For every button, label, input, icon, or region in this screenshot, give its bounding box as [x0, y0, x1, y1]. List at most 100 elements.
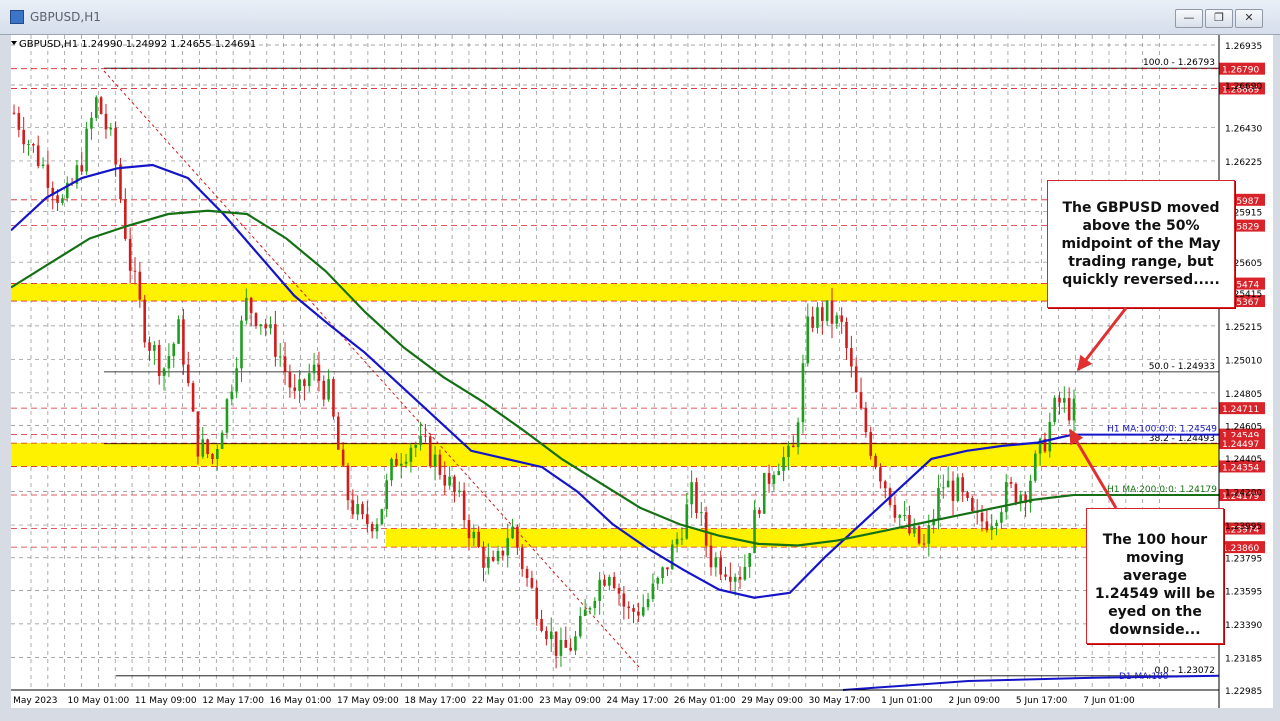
candle-body — [424, 435, 427, 437]
candle-body — [119, 164, 122, 200]
candle-body — [980, 512, 984, 522]
candle-body — [854, 366, 858, 393]
candle-body — [225, 399, 229, 433]
candle-body — [240, 320, 243, 369]
candle-body — [259, 324, 263, 327]
candle-body — [453, 476, 456, 493]
candle-body — [182, 319, 185, 365]
restore-icon: ❐ — [1214, 11, 1224, 24]
candle-body — [41, 164, 45, 167]
price-tag-label: 1.26790 — [1222, 66, 1259, 76]
candle-body — [850, 348, 853, 367]
x-tick-label: 8 May 2023 — [11, 696, 57, 706]
candle-body — [90, 117, 93, 129]
x-tick-label: 12 May 17:00 — [202, 696, 264, 706]
candle-body — [1063, 398, 1066, 403]
candle-body — [816, 307, 819, 328]
candle-body — [840, 315, 843, 322]
time-axis: 8 May 2023 10 May 01:00 11 May 09:00 12 May… — [5, 689, 1219, 706]
candle-body — [303, 379, 306, 387]
restore-button[interactable]: ❐ — [1205, 9, 1233, 28]
candle-body — [719, 557, 722, 575]
candle-body — [898, 515, 902, 518]
candle-body — [569, 647, 572, 651]
candle-body — [366, 514, 369, 524]
d1-ma-label: D1 MA:100 — [1119, 672, 1169, 682]
candle-body — [264, 324, 267, 329]
window-titlebar[interactable]: GBPUSD,H1 — ❐ ✕ — [0, 0, 1280, 35]
y-tick-label: 1.24200 — [1225, 489, 1262, 499]
candle-body — [990, 526, 994, 531]
candle-body — [656, 577, 660, 584]
price-tag-label: 1.24711 — [1222, 405, 1259, 415]
candle-body — [511, 526, 514, 539]
candle-body — [646, 599, 650, 608]
candle-body — [196, 411, 200, 457]
candle-body — [767, 472, 771, 484]
candle-body — [414, 444, 418, 448]
candle-body — [680, 538, 684, 540]
y-tick-label: 1.26935 — [1225, 42, 1262, 52]
x-tick-label: 29 May 09:00 — [741, 696, 803, 706]
candlestick-chart[interactable]: 100.0 - 1.2679350.0 - 1.2493338.2 - 1.24… — [5, 35, 1273, 708]
candle-body — [419, 435, 422, 445]
candle-body — [617, 588, 621, 594]
candle-body — [961, 477, 964, 493]
candle-body — [942, 487, 945, 489]
candle-body — [438, 454, 442, 475]
candle-body — [448, 476, 451, 486]
zone-band — [11, 443, 1219, 467]
candle-body — [520, 547, 524, 570]
minimize-button[interactable]: — — [1175, 9, 1203, 28]
candle-body — [462, 490, 466, 521]
candle-body — [525, 569, 529, 579]
candle-body — [477, 531, 480, 547]
candle-body — [361, 504, 364, 515]
x-tick-label: 5 Jun 17:00 — [1016, 696, 1068, 706]
candle-body — [709, 545, 713, 568]
candle-body — [12, 112, 16, 114]
y-tick-label: 1.24405 — [1225, 455, 1262, 465]
x-tick-label: 11 May 09:00 — [135, 696, 197, 706]
y-tick-label: 1.23795 — [1225, 555, 1262, 565]
candle-body — [559, 639, 563, 656]
plot-background — [11, 35, 1219, 690]
candle-body — [1004, 482, 1008, 513]
candle-body — [1067, 398, 1071, 421]
candle-body — [1014, 483, 1018, 503]
candle-body — [433, 454, 437, 467]
candle-body — [336, 416, 340, 450]
candle-body — [409, 447, 413, 462]
close-button[interactable]: ✕ — [1235, 9, 1263, 28]
candle-body — [404, 461, 408, 464]
ma100-label: H1 MA:100:0:0: 1.24549 — [1107, 425, 1217, 435]
price-tag-label: 1.23860 — [1222, 544, 1259, 554]
candle-body — [743, 566, 747, 580]
y-tick-label: 1.23185 — [1225, 654, 1262, 664]
x-tick-label: 2 Jun 09:00 — [949, 696, 1001, 706]
candle-body — [85, 128, 88, 172]
candle-body — [283, 356, 287, 372]
candle-body — [114, 127, 117, 165]
y-tick-label: 1.23595 — [1225, 587, 1262, 597]
candle-body — [762, 472, 766, 514]
candle-body — [690, 482, 693, 505]
candle-body — [545, 630, 548, 640]
minimize-icon: — — [1183, 11, 1195, 24]
candle-body — [603, 579, 606, 586]
candle-body — [94, 97, 98, 118]
candle-body — [869, 432, 873, 456]
candle-body — [201, 439, 205, 457]
candle-body — [724, 574, 727, 577]
chart-area[interactable]: 100.0 - 1.26793 50.0 - 1.24933 38.2 - 1.24… — [5, 35, 1273, 708]
x-tick-label: 18 May 17:00 — [404, 696, 466, 706]
candle-body — [443, 474, 447, 486]
candle-body — [288, 371, 292, 388]
candle-body — [675, 538, 679, 545]
fib-label: 50.0 - 1.24933 — [1149, 362, 1215, 372]
candle-body — [274, 324, 277, 357]
candle-body — [579, 615, 582, 637]
candle-body — [622, 593, 626, 607]
candle-body — [1033, 453, 1037, 481]
candle-body — [791, 445, 795, 448]
